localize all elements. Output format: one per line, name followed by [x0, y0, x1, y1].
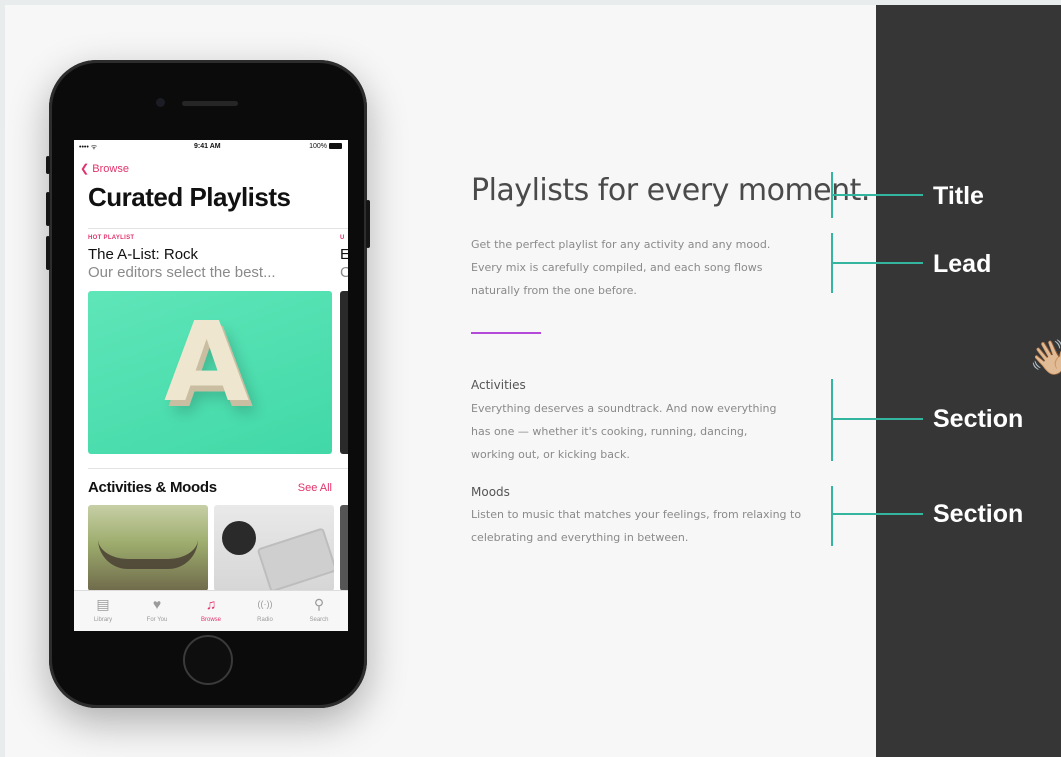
lead-paragraph: Get the perfect playlist for any activit…	[471, 238, 771, 297]
tab-bar: ▤ Library ♥ For You ♫ Browse ((·)) Radio ⚲ Se…	[74, 590, 348, 631]
section-connector	[831, 418, 923, 420]
artwork-letter: A	[164, 298, 250, 426]
tab-radio[interactable]: ((·)) Radio	[238, 595, 292, 623]
activity-thumbnail[interactable]	[214, 505, 334, 591]
section-bracket	[831, 379, 833, 461]
featured-artwork-next[interactable]	[340, 291, 348, 454]
battery-indicator: 100%	[309, 143, 342, 150]
activity-thumbnail[interactable]	[88, 505, 208, 591]
copy-title: Playlists for every moment.	[471, 173, 870, 208]
coffee-mug-image	[222, 521, 256, 555]
battery-icon	[329, 143, 342, 149]
annotation-section: Section	[933, 405, 1024, 433]
featured-title-next[interactable]: E	[340, 246, 348, 263]
accent-divider	[471, 332, 541, 334]
phone-mockup: •••• ᯤ 9:41 AM 100% ❮ Browse Curated Pla…	[46, 60, 370, 708]
annotation-lead: Lead	[933, 250, 992, 278]
status-bar: •••• ᯤ 9:41 AM 100%	[74, 140, 348, 154]
tab-library[interactable]: ▤ Library	[76, 595, 130, 623]
featured-title[interactable]: The A-List: Rock	[88, 246, 198, 263]
signal-indicator: •••• ᯤ	[79, 144, 98, 151]
activity-thumbnail-next[interactable]	[340, 505, 348, 591]
featured-artwork[interactable]: A	[88, 291, 332, 454]
heart-icon: ♥	[152, 596, 162, 612]
back-label: Browse	[92, 163, 129, 175]
section-heading: Moods	[471, 485, 510, 499]
section-heading: Activities	[471, 378, 526, 392]
hammock-image	[98, 539, 198, 569]
featured-tag: HOT PLAYLIST	[88, 235, 135, 241]
page-title: Curated Playlists	[88, 182, 291, 212]
featured-tag-next: U	[340, 235, 345, 241]
divider	[88, 468, 348, 469]
phone-screen: •••• ᯤ 9:41 AM 100% ❮ Browse Curated Pla…	[74, 140, 348, 631]
waving-hand-icon: 👋🏼	[1029, 339, 1061, 377]
tab-browse[interactable]: ♫ Browse	[184, 595, 238, 623]
section-body: Listen to music that matches your feelin…	[471, 508, 802, 544]
battery-percent: 100%	[309, 143, 327, 150]
divider	[88, 228, 348, 229]
annotation-title: Title	[933, 182, 984, 210]
annotation-panel	[876, 5, 1061, 757]
back-button[interactable]: ❮ Browse	[80, 162, 129, 175]
section-title: Activities & Moods	[88, 479, 217, 496]
front-camera	[156, 98, 165, 107]
tab-for-you[interactable]: ♥ For You	[130, 595, 184, 623]
keyboard-image	[256, 527, 334, 591]
status-time: 9:41 AM	[194, 143, 221, 150]
earpiece-speaker	[182, 101, 238, 106]
slide-canvas: •••• ᯤ 9:41 AM 100% ❮ Browse Curated Pla…	[5, 5, 1061, 757]
mute-switch	[46, 156, 50, 174]
tab-search[interactable]: ⚲ Search	[292, 595, 346, 623]
section-body: Everything deserves a soundtrack. And no…	[471, 402, 777, 461]
power-button	[366, 200, 370, 248]
lead-connector	[831, 262, 923, 264]
library-icon: ▤	[96, 596, 110, 612]
radio-icon: ((·))	[257, 599, 273, 609]
volume-down-button	[46, 236, 50, 270]
title-connector	[831, 194, 923, 196]
see-all-link[interactable]: See All	[298, 482, 332, 494]
featured-subtitle-next: C	[340, 264, 348, 281]
section-connector	[831, 513, 923, 515]
volume-up-button	[46, 192, 50, 226]
search-icon: ⚲	[313, 596, 325, 612]
annotation-section: Section	[933, 500, 1024, 528]
chevron-left-icon: ❮	[80, 163, 90, 175]
section-bracket	[831, 486, 833, 546]
featured-subtitle: Our editors select the best...	[88, 264, 276, 281]
home-button	[183, 635, 233, 685]
music-note-icon: ♫	[205, 596, 217, 612]
